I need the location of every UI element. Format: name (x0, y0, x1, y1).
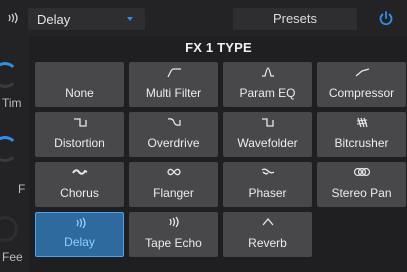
fx-tile-label: Phaser (248, 186, 287, 200)
popup-title: FX 1 TYPE (185, 40, 252, 55)
chevron-down-icon (127, 17, 133, 21)
fx-tile-phaser[interactable]: Phaser (223, 162, 312, 207)
fx-tile-label: Bitcrusher (334, 136, 389, 150)
fx-tile-flanger[interactable]: Flanger (129, 162, 218, 207)
feedback-knob-label: Fee (2, 250, 23, 264)
fx-tile-label: Overdrive (147, 136, 200, 150)
delay-icon (8, 12, 18, 24)
overdrive-wave-icon (167, 118, 181, 126)
fx-tile-label: Distortion (54, 136, 105, 150)
fx-tile-tape-echo[interactable]: Tape Echo (129, 212, 218, 257)
knob-label-f: F (18, 182, 26, 196)
distortion-wave-icon (74, 118, 87, 127)
fx-tile-label: Chorus (60, 186, 99, 200)
fx-tile-reverb[interactable]: Reverb (223, 212, 312, 257)
power-icon[interactable] (378, 10, 394, 26)
wavefolder-wave-icon (262, 118, 274, 127)
fx-tile-label: Multi Filter (145, 86, 202, 100)
time-knob[interactable] (0, 62, 18, 88)
flanger-icon (167, 168, 181, 176)
fx-tile-label: Delay (64, 235, 95, 249)
stereo-pan-icon (353, 167, 371, 177)
fx-tile-overdrive[interactable]: Overdrive (129, 112, 218, 157)
time-knob-label: Tim (2, 96, 22, 110)
bitcrusher-icon (356, 117, 368, 128)
reverb-icon (262, 217, 274, 226)
fx-tile-label: None (65, 86, 94, 100)
fx-tile-label: Stereo Pan (331, 186, 392, 200)
chorus-icon (72, 169, 88, 175)
fx-tile-distortion[interactable]: Distortion (35, 112, 124, 157)
fx-tile-label: Flanger (153, 186, 194, 200)
fx-tile-bitcrusher[interactable]: Bitcrusher (317, 112, 406, 157)
feedback-knob-2[interactable] (0, 216, 18, 242)
fx-tile-param-eq[interactable]: Param EQ (223, 62, 312, 107)
fx-tile-multi-filter[interactable]: Multi Filter (129, 62, 218, 107)
knob-strip: Tim F Fee (0, 36, 30, 272)
fx-type-dropdown-value: Delay (37, 12, 71, 27)
fx-tile-label: Tape Echo (145, 236, 202, 250)
eq-peak-icon (262, 67, 274, 77)
phaser-icon (261, 168, 275, 175)
fx-tile-none[interactable]: None (35, 62, 124, 107)
delay-icon (76, 217, 86, 229)
tape-echo-icon (169, 216, 179, 228)
fx-tile-compressor[interactable]: Compressor (317, 62, 406, 107)
fx-tile-label: Reverb (248, 236, 287, 250)
fx-tile-delay[interactable]: Delay (35, 212, 124, 257)
filter-curve-icon (167, 68, 181, 78)
fx-tile-label: Compressor (328, 86, 395, 100)
fx-header-bar: Delay Presets (0, 0, 407, 36)
fx-tile-stereo-pan[interactable]: Stereo Pan (317, 162, 406, 207)
fx-tile-chorus[interactable]: Chorus (35, 162, 124, 207)
compressor-curve-icon (355, 68, 370, 77)
fx-tile-wavefolder[interactable]: Wavefolder (223, 112, 312, 157)
fx-type-popup: FX 1 TYPE None Multi Filter Param EQ Com… (30, 36, 407, 272)
presets-button[interactable]: Presets (233, 8, 357, 30)
fx-tile-label: Wavefolder (237, 136, 298, 150)
feedback-knob[interactable] (0, 136, 18, 162)
fx-tile-label: Param EQ (239, 86, 296, 100)
fx-type-dropdown[interactable]: Delay (28, 8, 145, 30)
